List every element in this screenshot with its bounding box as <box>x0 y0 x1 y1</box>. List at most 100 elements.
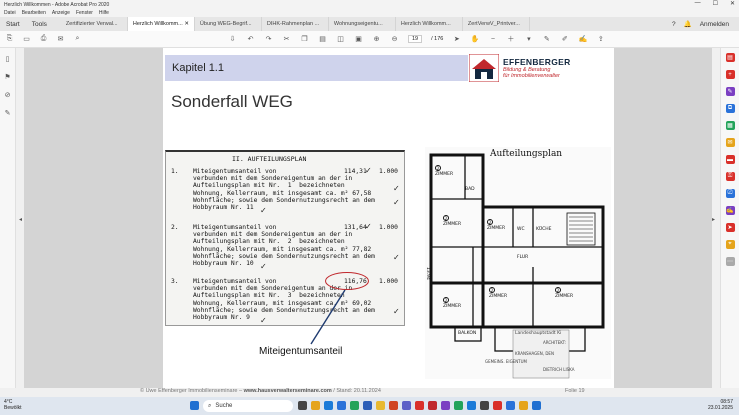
document-tab-active[interactable]: Herzlich Willkomm... ✕ <box>127 17 195 31</box>
document-tab[interactable]: ZertVerwV_Printver... <box>463 17 530 31</box>
excel-icon[interactable] <box>350 401 359 410</box>
pdf-app-icon[interactable] <box>428 401 437 410</box>
screenshot-icon[interactable]: ◫ <box>336 35 345 44</box>
create-pdf-icon[interactable]: ⎘ <box>5 35 14 44</box>
page-thumbnails-icon[interactable]: ▯ <box>3 54 12 63</box>
save-icon[interactable]: ▭ <box>22 35 31 44</box>
select-cursor-icon[interactable]: ➤ <box>452 35 461 44</box>
edit-pdf-icon[interactable]: ✎ <box>725 87 735 96</box>
weather-widget[interactable]: 4°C Bewölkt <box>4 399 22 411</box>
fit-page-icon[interactable]: ▣ <box>354 35 363 44</box>
send-sign-icon[interactable]: ➤ <box>725 223 735 232</box>
app-icon[interactable] <box>519 401 528 410</box>
app-icon[interactable] <box>493 401 502 410</box>
more-tools-icon[interactable]: ⋯ <box>725 257 735 266</box>
check-mark-icon: ✓ <box>393 184 400 193</box>
collapse-right-icon[interactable]: ▸ <box>712 216 715 223</box>
menu-file[interactable]: Datei <box>4 10 16 16</box>
menu-view[interactable]: Anzeige <box>52 10 70 16</box>
close-window-button[interactable]: ✕ <box>730 0 735 7</box>
redo-icon[interactable]: ↷ <box>264 35 273 44</box>
highlight-icon[interactable]: ✐ <box>560 35 569 44</box>
app-icon[interactable] <box>480 401 489 410</box>
room-name: KÜCHE <box>536 227 552 232</box>
share-icon[interactable]: ⇪ <box>596 35 605 44</box>
outlook-icon[interactable] <box>337 401 346 410</box>
fill-sign-icon[interactable]: ✍ <box>725 206 735 215</box>
teams-icon[interactable] <box>402 401 411 410</box>
signin-button[interactable]: Anmelden <box>700 21 729 28</box>
chrome-icon[interactable] <box>376 401 385 410</box>
maximize-button[interactable]: ☐ <box>713 0 718 7</box>
word-icon[interactable] <box>363 401 372 410</box>
stamp-text: ARCHITEKT: <box>543 340 566 345</box>
attachments-icon[interactable]: ⊘ <box>3 90 12 99</box>
system-tray-clock[interactable]: 08:57 23.01.2025 <box>708 399 733 411</box>
print-icon[interactable]: ⎙ <box>39 35 48 44</box>
task-view-icon[interactable] <box>298 401 307 410</box>
app-icon[interactable] <box>532 401 541 410</box>
organize-pages-icon[interactable]: ▦ <box>725 121 735 130</box>
export-pdf-icon[interactable]: ▤ <box>725 53 735 62</box>
footer-date: / Stand: 20.11.2024 <box>333 388 381 394</box>
taskbar-search[interactable]: ⌕ Suche <box>203 400 293 412</box>
app-icon[interactable] <box>454 401 463 410</box>
edge-icon[interactable] <box>324 401 333 410</box>
menu-help[interactable]: Hilfe <box>99 10 109 16</box>
comment-icon[interactable]: ✎ <box>542 35 551 44</box>
bookmarks-icon[interactable]: ⚑ <box>3 72 12 81</box>
notifications-icon[interactable]: 🔔 <box>684 20 692 28</box>
measure-icon[interactable]: ⌖ <box>725 240 735 249</box>
zoom-level-icon[interactable]: ▾ <box>524 35 533 44</box>
onenote-icon[interactable] <box>441 401 450 410</box>
page-number-field[interactable]: 19 <box>408 35 423 43</box>
file-explorer-icon[interactable] <box>311 401 320 410</box>
menu-edit[interactable]: Bearbeiten <box>22 10 46 16</box>
sign-icon[interactable]: ✍ <box>578 35 588 44</box>
minimize-button[interactable]: — <box>695 0 701 7</box>
scan-ocr-icon[interactable]: ⎚ <box>725 189 735 198</box>
zoom-out-icon[interactable]: − <box>488 35 497 44</box>
collapse-left-icon[interactable]: ◂ <box>19 216 22 223</box>
page-up-icon[interactable]: ⊕ <box>372 35 381 44</box>
document-tab-label: Herzlich Willkomm... <box>400 21 451 27</box>
tab-start[interactable]: Start <box>0 17 26 31</box>
redact-icon[interactable]: ▬ <box>725 155 735 164</box>
footer-url[interactable]: www.hausverwalterseminare.com <box>244 388 332 394</box>
export-icon[interactable]: ⇩ <box>228 35 237 44</box>
tab-tools[interactable]: Tools <box>26 17 53 31</box>
room-label: FLUR <box>517 255 528 260</box>
document-tab[interactable]: Wohnungseigentu... <box>329 17 396 31</box>
combine-files-icon[interactable]: ⧉ <box>725 104 735 113</box>
document-viewer[interactable]: ◂ ▸ Kapitel 1.1 EFFENBERGER Bildung & Be… <box>19 48 715 388</box>
share-total: 1.000 <box>379 278 398 285</box>
menu-window[interactable]: Fenster <box>76 10 93 16</box>
zoom-in-icon[interactable]: ＋ <box>506 35 515 44</box>
app-icon[interactable] <box>506 401 515 410</box>
document-tab[interactable]: Herzlich Willkomm... <box>396 17 463 31</box>
document-tab[interactable]: Zertifizierter Verwal... <box>61 17 128 31</box>
cut-icon[interactable]: ✂ <box>282 35 291 44</box>
signatures-icon[interactable]: ✎ <box>3 108 12 117</box>
window-title: Herzlich Willkommen - Adobe Acrobat Pro … <box>4 1 110 8</box>
app-icon[interactable] <box>467 401 476 410</box>
powerpoint-icon[interactable] <box>389 401 398 410</box>
document-tab[interactable]: Übung WEG-Begrif... <box>195 17 262 31</box>
undo-icon[interactable]: ↶ <box>246 35 255 44</box>
help-icon[interactable]: ? <box>672 21 676 28</box>
document-tab-label: Wohnungseigentu... <box>333 21 383 27</box>
item-number: 1. <box>171 168 179 175</box>
start-button-icon[interactable] <box>190 401 199 410</box>
document-tab[interactable]: DIHK-Rahmenplan ... <box>262 17 329 31</box>
comment-tool-icon[interactable]: ✉ <box>725 138 735 147</box>
clipboard-icon[interactable]: ▤ <box>318 35 327 44</box>
search-icon[interactable]: ⌕ <box>73 35 82 44</box>
page-down-icon[interactable]: ⊖ <box>390 35 399 44</box>
copy-icon[interactable]: ❐ <box>300 35 309 44</box>
close-tab-icon[interactable]: ✕ <box>184 21 189 27</box>
create-pdf-icon[interactable]: + <box>725 70 735 79</box>
protect-icon[interactable]: ⚿ <box>725 172 735 181</box>
email-icon[interactable]: ✉ <box>56 35 65 44</box>
hand-tool-icon[interactable]: ✋ <box>470 35 480 44</box>
acrobat-icon[interactable] <box>415 401 424 410</box>
